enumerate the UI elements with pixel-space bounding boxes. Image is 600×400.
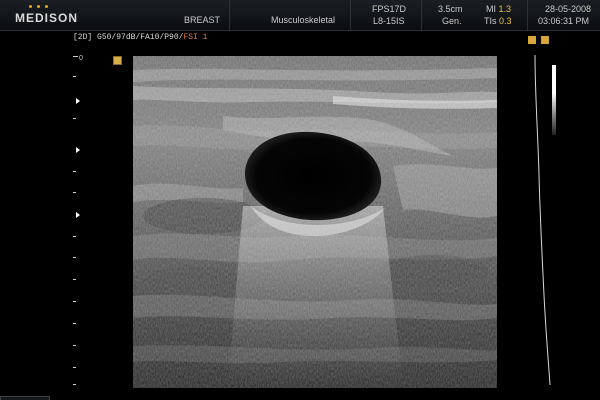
depth-tick <box>73 367 76 368</box>
ultrasound-image-canvas <box>133 56 497 388</box>
depth-tick <box>73 192 76 193</box>
mode-readout: Gen. <box>442 16 462 26</box>
freeze-icon <box>528 36 536 44</box>
brand-logo: MEDISON <box>15 11 79 25</box>
mi-readout: MI 1.3 <box>486 4 511 14</box>
ultrasound-image[interactable] <box>133 56 497 388</box>
tis-readout: TIs 0.3 <box>484 16 512 26</box>
depth-tick <box>73 279 76 280</box>
tis-label: TIs <box>484 16 497 26</box>
fsi-indicator: FSI 1 <box>183 33 208 42</box>
focus-marker-icon <box>76 212 80 218</box>
depth-zero-label: 0 <box>79 55 83 62</box>
focus-marker-icon <box>76 147 80 153</box>
depth-scale <box>68 55 88 390</box>
mi-value: 1.3 <box>498 4 512 14</box>
focus-marker-icon <box>76 98 80 104</box>
date-readout: 28-05-2008 <box>545 4 592 14</box>
probe-name: L8-15IS <box>373 16 405 26</box>
brand-dots-icon <box>29 5 69 10</box>
header-bar: MEDISON BREAST Musculoskeletal FPS17D L8… <box>0 0 600 31</box>
time-readout: 03:06:31 PM <box>538 16 590 26</box>
imaging-parameters: [2D] G50/97dB/FA10/P90/FSI 1 <box>73 33 207 42</box>
preset-label: BREAST <box>184 15 221 25</box>
mode-prefix: [2D] <box>73 33 93 42</box>
lock-icon <box>541 36 549 44</box>
depth-tick <box>73 345 76 346</box>
header-divider <box>527 0 528 30</box>
depth-tick <box>73 171 76 172</box>
status-icons <box>528 36 552 44</box>
parameter-values: G50/97dB/FA10/P90/ <box>97 33 184 42</box>
depth-tick <box>73 257 76 258</box>
depth-tick <box>73 384 76 385</box>
depth-tick <box>73 56 78 57</box>
probe-frequency: FPS17D <box>372 4 407 14</box>
probe-orientation-icon <box>113 56 122 65</box>
tgc-curve <box>534 55 551 385</box>
depth-tick <box>73 118 76 119</box>
ultrasound-screen: MEDISON BREAST Musculoskeletal FPS17D L8… <box>0 0 600 400</box>
depth-tick <box>73 301 76 302</box>
depth-tick <box>73 323 76 324</box>
mi-label: MI <box>486 4 496 14</box>
header-divider <box>229 0 230 30</box>
bottom-tab[interactable] <box>0 396 50 400</box>
depth-readout: 3.5cm <box>438 4 463 14</box>
application-label: Musculoskeletal <box>271 15 336 25</box>
depth-tick <box>73 76 76 77</box>
header-divider <box>421 0 422 30</box>
depth-tick <box>73 236 76 237</box>
tis-value: 0.3 <box>499 16 512 26</box>
header-divider <box>350 0 351 30</box>
